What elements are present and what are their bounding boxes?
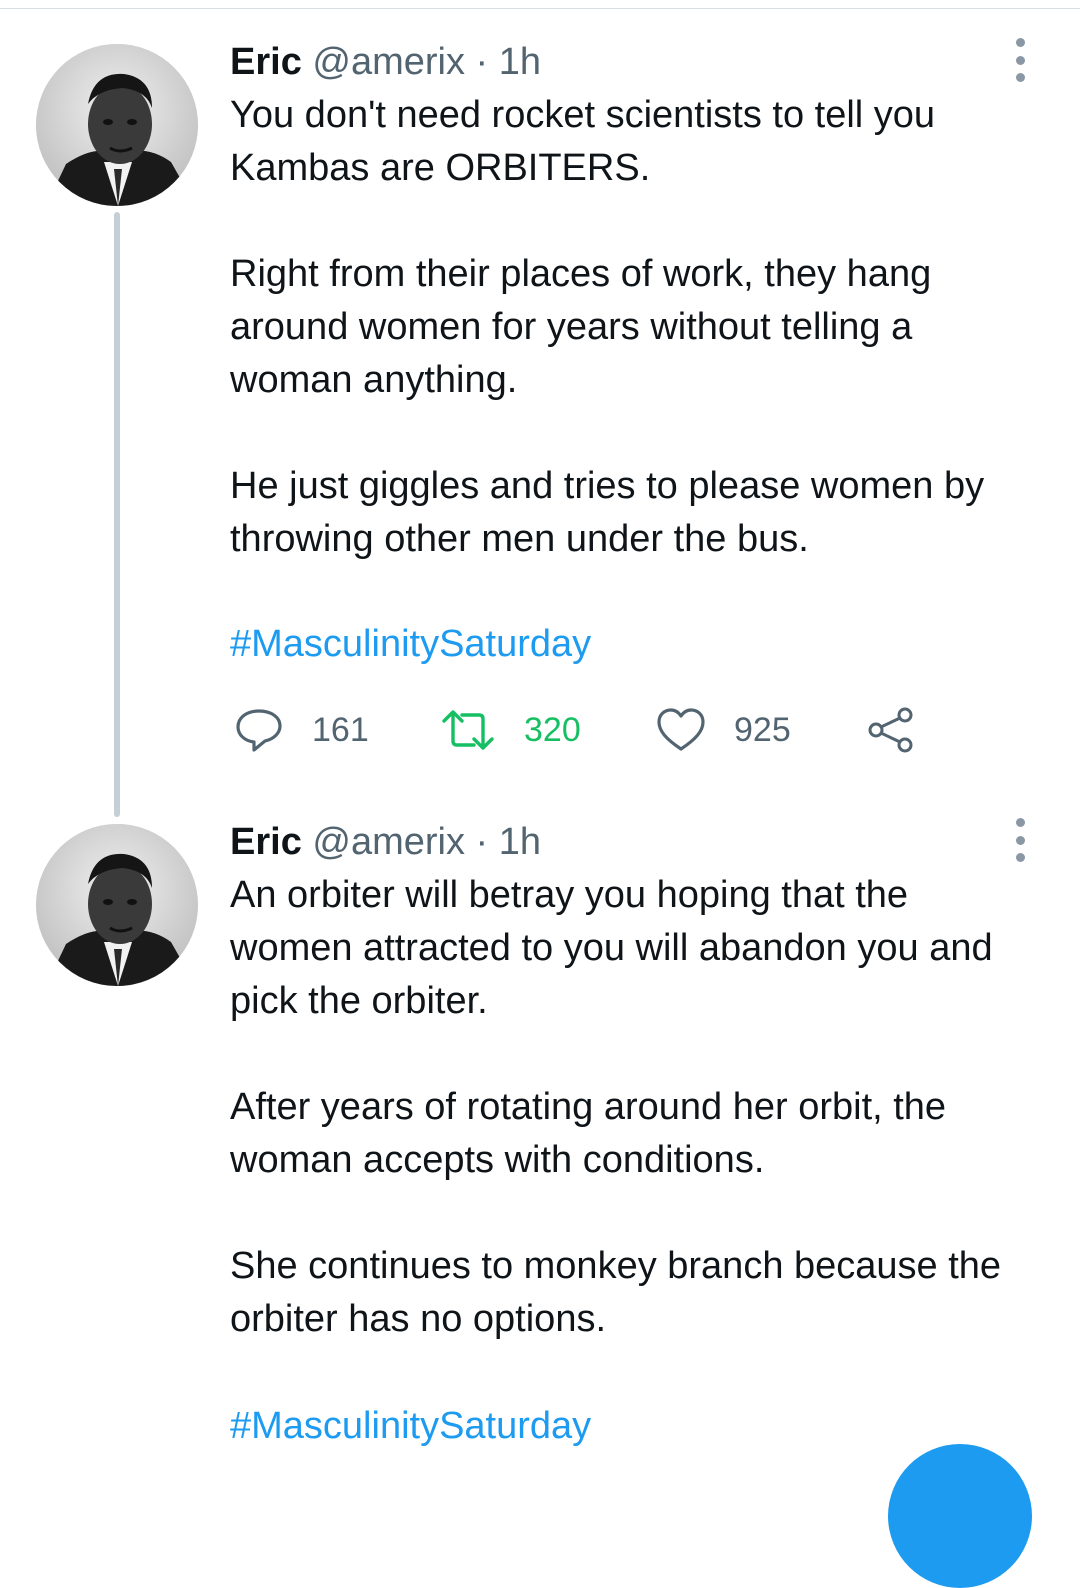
author-handle[interactable]: @amerix — [312, 41, 465, 83]
more-dot — [1015, 853, 1025, 862]
tweet-text-line: After years of rotating around her orbit… — [230, 1086, 947, 1128]
author-name[interactable]: Eric — [230, 41, 302, 83]
more-dot — [1015, 818, 1025, 827]
tweet-paragraph: She continues to monkey branch because t… — [230, 1240, 1001, 1346]
reply-button[interactable]: 161 — [234, 700, 369, 760]
avatar[interactable] — [36, 824, 198, 986]
tweet-action-bar: 161 320 925 — [230, 700, 1050, 760]
retweet-button[interactable]: 320 — [440, 700, 581, 760]
meta-separator: · — [475, 41, 489, 83]
more-options-button[interactable] — [1010, 818, 1030, 862]
retweet-count: 320 — [524, 710, 581, 749]
avatar-portrait-image — [36, 44, 198, 206]
thread-connector-line — [114, 212, 120, 817]
tweet-text-line: woman accepts with conditions. — [230, 1139, 765, 1181]
tweet-text-line: throwing other men under the bus. — [230, 518, 809, 560]
more-dot — [1015, 55, 1025, 65]
reply-count: 161 — [312, 710, 369, 749]
tweet-header: Eric @amerix · 1h — [230, 36, 541, 88]
tweet-header: Eric @amerix · 1h — [230, 816, 541, 868]
avatar[interactable] — [36, 44, 198, 206]
tweet-paragraph: An orbiter will betray you hoping that t… — [230, 869, 993, 1028]
tweet-paragraph: Right from their places of work, they ha… — [230, 248, 931, 407]
tweet-paragraph: You don't need rocket scientists to tell… — [230, 89, 935, 195]
tweet-text-line: woman anything. — [230, 359, 518, 401]
like-button[interactable]: 925 — [656, 700, 791, 760]
tweet-text-line: Right from their places of work, they ha… — [230, 253, 932, 295]
meta-separator: · — [475, 821, 489, 863]
tweet-text-line: He just giggles and tries to please wome… — [230, 465, 985, 507]
more-options-button[interactable] — [1010, 38, 1030, 82]
more-dot — [1015, 38, 1025, 47]
hashtag-link[interactable]: #MasculinitySaturday — [230, 618, 591, 670]
retweet-icon — [442, 710, 494, 750]
like-count: 925 — [734, 710, 791, 749]
share-button[interactable] — [866, 700, 916, 760]
reply-icon — [236, 709, 282, 752]
tweet-text-line: around women for years without telling a — [230, 306, 913, 348]
tweet-text-line: pick the orbiter. — [230, 980, 488, 1022]
author-name[interactable]: Eric — [230, 821, 302, 863]
tweet-timestamp[interactable]: 1h — [499, 821, 541, 863]
share-icon — [868, 707, 913, 753]
tweet-text-line: orbiter has no options. — [230, 1298, 607, 1340]
tweet[interactable]: Eric @amerix · 1h You don't need rocket … — [230, 36, 1050, 776]
tweet[interactable]: Eric @amerix · 1h An orbiter will betray… — [230, 816, 1050, 1466]
hashtag-link[interactable]: #MasculinitySaturday — [230, 1400, 591, 1452]
tweet-text-line: She continues to monkey branch because t… — [230, 1245, 1002, 1287]
top-divider — [0, 8, 1080, 9]
tweet-text-line: You don't need rocket scientists to tell… — [230, 94, 936, 136]
tweet-timestamp[interactable]: 1h — [499, 41, 541, 83]
tweet-paragraph: After years of rotating around her orbit… — [230, 1081, 946, 1187]
tweet-text-line: Kambas are ORBITERS. — [230, 147, 651, 189]
tweet-text-line: women attracted to you will abandon you … — [230, 927, 993, 969]
heart-icon — [657, 708, 705, 751]
more-dot — [1015, 835, 1025, 845]
author-handle[interactable]: @amerix — [312, 821, 465, 863]
more-dot — [1015, 73, 1025, 82]
tweet-paragraph: He just giggles and tries to please wome… — [230, 460, 984, 566]
avatar-portrait-image — [36, 824, 198, 986]
tweet-text-line: An orbiter will betray you hoping that t… — [230, 874, 909, 916]
